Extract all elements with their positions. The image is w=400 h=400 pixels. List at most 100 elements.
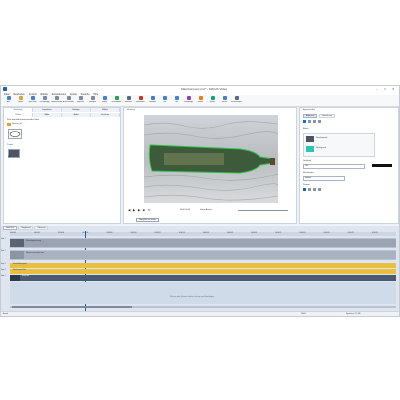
track-label-5[interactable]: Spur 5 (1, 276, 5, 277)
tab-masking[interactable]: Maskierung (319, 114, 336, 118)
pos-btn-2[interactable] (308, 188, 311, 191)
tab-preview[interactable]: Vorschau (91, 113, 120, 117)
ribbon-button-16[interactable]: Effekte (195, 96, 206, 105)
ribbon-icon (42, 96, 47, 100)
ribbon-button-13[interactable]: Text (159, 96, 170, 105)
ribbon-button-18[interactable]: Menüs (219, 96, 230, 105)
media-tabs-second: Videos Bilder Audio Vorschau (4, 113, 120, 117)
align-right-icon[interactable] (318, 120, 321, 123)
align-center-icon[interactable] (313, 120, 316, 123)
ribbon-button-19[interactable]: Einstellungen (231, 96, 242, 105)
status-bar: Bereit 100% Speicher: 2.1 GB (1, 311, 399, 316)
clip-4-label: Flaschenpost-Titel (13, 269, 26, 271)
ribbon-button-9[interactable]: Wiedergabe (111, 96, 122, 105)
ribbon-button-8[interactable]: Export (99, 96, 110, 105)
ribbon-button-6[interactable]: Kopieren (75, 96, 86, 105)
layer-thumb-2[interactable] (306, 146, 314, 152)
preview-time: 00:00:00:00 (180, 208, 190, 211)
preview-slider[interactable] (238, 210, 288, 211)
clip-2[interactable]: Meeresrauschen.wav (10, 251, 396, 259)
close-button[interactable]: ✕ (392, 87, 395, 91)
stop-icon[interactable]: ■ (143, 208, 145, 212)
next-frame-icon[interactable]: ▶ (138, 208, 140, 212)
ribbon-icon (162, 96, 167, 100)
ribbon-label: Einstellungen (231, 100, 242, 103)
tab-storyboard[interactable]: Storyboard (18, 226, 34, 230)
ribbon-button-2[interactable]: Speichern (27, 96, 38, 105)
media-item-thumb[interactable] (8, 129, 22, 139)
toolbar-ribbon: Neu Öffnen Speichern Rückgängig Wiederherste… (1, 95, 399, 107)
tab-timeline[interactable]: Zeitachse (3, 226, 18, 230)
ribbon-button-1[interactable]: Öffnen (15, 96, 26, 105)
tab-import[interactable]: Importieren (33, 108, 62, 112)
maximize-button[interactable]: □ (384, 87, 386, 91)
timeline-tabs: Zeitachse Storyboard Übersicht (3, 226, 49, 230)
timeline-scrollbar[interactable] (10, 306, 396, 308)
pos-btn-3[interactable] (313, 188, 316, 191)
ribbon-button-11[interactable]: Aufnahme (135, 96, 146, 105)
drop-zone[interactable]: Klicken oder Dateien hierher ziehen zum … (10, 282, 396, 304)
ribbon-button-10[interactable]: Auswahl (123, 96, 134, 105)
layer-thumb-1[interactable] (306, 136, 314, 142)
color-swatch[interactable] (303, 120, 306, 123)
layer-name-2[interactable]: Hintergrund (316, 147, 326, 149)
prev-frame-icon[interactable]: ◀ (128, 208, 130, 212)
tab-general[interactable]: Allgemein (303, 114, 318, 118)
tab-media[interactable]: Mediathek (4, 108, 33, 112)
align-left-icon[interactable] (308, 120, 311, 123)
ribbon-icon (150, 96, 155, 100)
loop-icon[interactable]: ↻ (148, 208, 151, 212)
ribbon-button-14[interactable]: Titel (171, 96, 182, 105)
ribbon-icon (102, 96, 107, 100)
ruler-tick-label: 00:00:00 (10, 232, 16, 234)
clip-1[interactable]: Flaschenpost.png (10, 239, 396, 247)
ribbon-icon (6, 96, 11, 100)
ribbon-button-4[interactable]: Wiederherstellen (51, 96, 62, 105)
properties-toolbar (303, 120, 395, 124)
tab-images[interactable]: Bilder (33, 113, 62, 117)
ribbon-icon (198, 96, 203, 100)
ribbon-icon (90, 96, 95, 100)
pos-btn-1[interactable] (303, 188, 306, 191)
ribbon-button-3[interactable]: Rückgängig (39, 96, 50, 105)
preview-image[interactable] (144, 115, 278, 203)
scroll-thumb[interactable] (12, 306, 132, 308)
ribbon-button-15[interactable]: Übergänge (183, 96, 194, 105)
blend-select[interactable]: Normal (303, 176, 345, 181)
value-swatch[interactable] (372, 164, 392, 167)
ribbon-button-12[interactable]: Vorlagen (147, 96, 158, 105)
timeline-ruler[interactable]: 00:00:0000:00:0200:00:0400:00:0600:00:08… (10, 232, 396, 236)
ribbon-label: Effekte (197, 100, 204, 103)
track-label-3[interactable]: Spur 3 (1, 264, 5, 265)
play-icon[interactable]: ▶ (133, 208, 135, 212)
ribbon-icon (210, 96, 215, 100)
status-left: Bereit (3, 312, 8, 315)
tab-videos[interactable]: Videos (4, 113, 33, 117)
track-row-2: Meeresrauschen.wav (10, 250, 396, 260)
pos-btn-4[interactable] (318, 188, 321, 191)
ribbon-icon (54, 96, 59, 100)
clip-3[interactable]: Strand-Hintergrund (10, 263, 396, 268)
track-label-2[interactable]: Spur 2 (1, 251, 5, 252)
drop-hint: Klicken oder Dateien hierher ziehen zum … (170, 296, 215, 298)
tab-effects[interactable]: Effekte (91, 108, 120, 112)
track-label-4[interactable]: Spur 4 (1, 270, 5, 271)
tab-overview[interactable]: Übersicht (34, 226, 49, 230)
ruler-tick-label: 00:00:20 (251, 232, 258, 234)
ribbon-button-5[interactable]: Ausschneiden (63, 96, 74, 105)
ribbon-button-0[interactable]: Neu (3, 96, 14, 105)
clip-1-label: Flaschenpost.png (26, 240, 41, 242)
media-item-label[interactable]: Flasche_00 (12, 123, 22, 125)
ribbon-button-17[interactable]: Audio (207, 96, 218, 105)
tab-audio[interactable]: Audio (62, 113, 91, 117)
value-field[interactable]: 100 (303, 164, 365, 169)
preview-zoom[interactable]: Ganze Ansicht (200, 209, 212, 211)
minimize-button[interactable]: – (376, 87, 378, 91)
ribbon-button-7[interactable]: Einfügen (87, 96, 98, 105)
layer-name-1[interactable]: Flaschenpost (316, 137, 327, 139)
track-label-1[interactable]: Spur 1 (1, 239, 5, 240)
clip-5[interactable]: Audio-Mix (10, 275, 396, 281)
clip-4[interactable]: Flaschenpost-Titel (10, 269, 396, 274)
tab-templates[interactable]: Vorlagen (62, 108, 91, 112)
status-zoom[interactable]: 100% (301, 313, 306, 315)
